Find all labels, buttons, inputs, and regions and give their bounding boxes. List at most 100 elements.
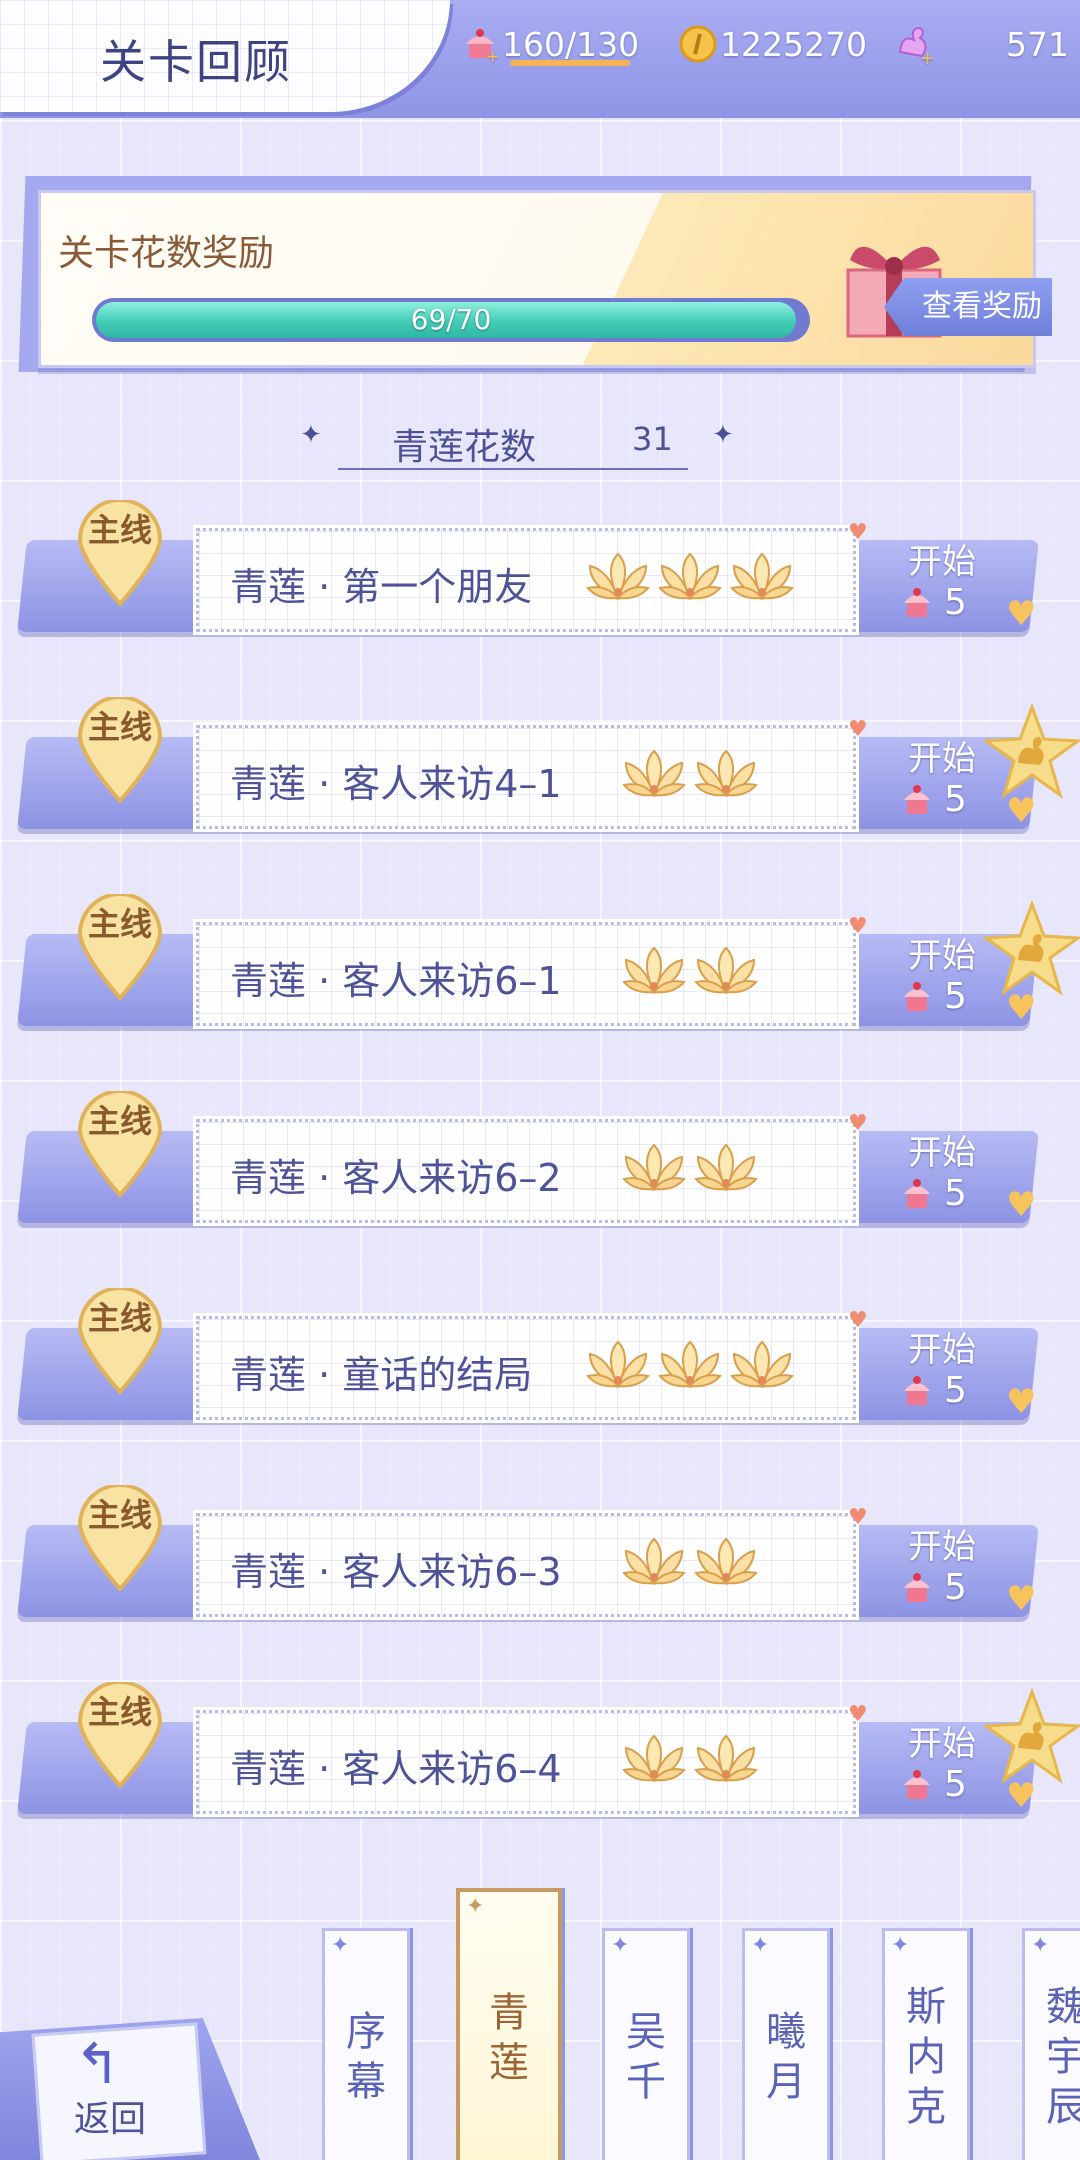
start-label: 开始	[908, 1133, 976, 1173]
coin-display[interactable]: 1225270	[676, 20, 867, 68]
level-row[interactable]: 主线 青莲 · 客人来访4–1 ♥ 开始 5 ♥	[0, 695, 1080, 845]
lotus-flower-icon	[730, 1340, 794, 1389]
stamina-cost: 5	[900, 1764, 967, 1805]
heart-pin-icon: ♥	[848, 1505, 868, 1530]
tab-label: 吴千	[626, 2009, 666, 2105]
main-story-badge-label: 主线	[87, 1102, 152, 1140]
flower-rating	[620, 1139, 760, 1199]
main-story-badge-label: 主线	[87, 905, 152, 943]
lotus-flower-icon	[622, 1537, 686, 1586]
sparkle-icon: ✦	[712, 420, 734, 450]
reward-title: 关卡花数奖励	[58, 233, 275, 274]
heart-icon: ♥	[1006, 1185, 1037, 1225]
level-name: 青莲 · 童话的结局	[230, 1353, 533, 1397]
flower-count-header: ✦ 青莲花数 31 ✦	[300, 410, 734, 470]
heart-pin-icon: ♥	[848, 1702, 868, 1727]
lotus-flower-icon	[586, 552, 650, 601]
start-label: 开始	[908, 936, 976, 976]
tab-3[interactable]: ✦ 吴千	[602, 1928, 690, 2160]
swan-star-badge-icon	[984, 703, 1080, 799]
flower-count-value: 31	[632, 420, 673, 458]
top-bar: 关卡回顾 + 160/130 1225270 + 571	[0, 0, 1080, 118]
tab-label: 青莲	[489, 1990, 529, 2086]
lotus-flower-icon	[622, 749, 686, 798]
tab-2[interactable]: ✦ 青莲	[456, 1888, 562, 2160]
lotus-flower-icon	[694, 1734, 758, 1783]
tab-6[interactable]: ✦ 魏宇辰	[1022, 1928, 1080, 2160]
svg-text:+: +	[486, 47, 499, 64]
level-name: 青莲 · 第一个朋友	[230, 565, 533, 609]
stamina-cost: 5	[900, 779, 967, 820]
heart-pin-icon: ♥	[848, 914, 868, 939]
start-label: 开始	[908, 1724, 976, 1764]
coin-icon	[676, 22, 720, 66]
tab-4[interactable]: ✦ 曦月	[742, 1928, 830, 2160]
start-button[interactable]: 开始 5 ♥	[880, 1125, 1040, 1225]
stamina-cost-value: 5	[944, 582, 967, 623]
level-row[interactable]: 主线 青莲 · 客人来访6–3 ♥ 开始 5 ♥	[0, 1483, 1080, 1633]
start-button[interactable]: 开始 5 ♥	[880, 1519, 1040, 1619]
lotus-flower-icon	[730, 552, 794, 601]
level-row[interactable]: 主线 青莲 · 客人来访6–1 ♥ 开始 5 ♥	[0, 892, 1080, 1042]
divider	[338, 468, 688, 470]
level-name: 青莲 · 客人来访6–3	[230, 1550, 562, 1594]
swan-star-badge-icon	[984, 900, 1080, 996]
tab-1[interactable]: ✦ 序幕	[322, 1928, 410, 2160]
level-row[interactable]: 主线 青莲 · 客人来访6–4 ♥ 开始 5 ♥	[0, 1680, 1080, 1830]
start-label: 开始	[908, 542, 976, 582]
level-row[interactable]: 主线 青莲 · 第一个朋友 ♥ 开始 5 ♥	[0, 498, 1080, 648]
stamina-cost-value: 5	[944, 1173, 967, 1214]
main-story-badge-label: 主线	[87, 1693, 152, 1731]
cupcake-icon	[904, 1572, 930, 1602]
lotus-flower-icon	[622, 1143, 686, 1192]
heart-icon: ♥	[1006, 1382, 1037, 1422]
diamond-display[interactable]: + 571	[892, 20, 1069, 68]
tab-5[interactable]: ✦ 斯内克	[882, 1928, 970, 2160]
sparkle-icon: ✦	[331, 1933, 350, 1958]
level-row[interactable]: 主线 青莲 · 童话的结局 ♥ 开始 5 ♥	[0, 1286, 1080, 1436]
sparkle-icon: ✦	[751, 1933, 770, 1958]
start-button[interactable]: 开始 5 ♥	[880, 1322, 1040, 1422]
cupcake-icon	[904, 784, 930, 814]
stamina-cost: 5	[900, 582, 967, 623]
lotus-flower-icon	[622, 1734, 686, 1783]
stamina-bar	[510, 60, 630, 66]
start-button[interactable]: 开始 5 ♥	[880, 534, 1040, 634]
coin-value: 1225270	[720, 24, 867, 64]
level-name: 青莲 · 客人来访6–4	[230, 1747, 562, 1791]
return-arrow-icon[interactable]: ↰	[74, 2032, 121, 2097]
lotus-flower-icon	[586, 1340, 650, 1389]
main-story-badge-label: 主线	[87, 1496, 152, 1534]
flower-rating	[584, 548, 796, 608]
sparkle-icon: ✦	[891, 1933, 910, 1958]
level-row[interactable]: 主线青莲 · 客人来访6–2 ♥ 开始 5 ♥	[0, 1089, 1080, 1239]
lotus-flower-icon	[694, 946, 758, 995]
sparkle-icon: ✦	[466, 1894, 485, 1919]
cupcake-icon	[904, 981, 930, 1011]
cupcake-icon: +	[458, 22, 502, 66]
tab-label: 曦月	[766, 2009, 806, 2105]
stamina-value: 160/130	[502, 24, 640, 64]
level-name: 青莲 · 客人来访4–1	[230, 762, 562, 806]
sparkle-icon: ✦	[300, 420, 322, 450]
tab-label: 斯内克	[906, 1984, 946, 2130]
heart-icon: ♥	[1006, 1579, 1037, 1619]
heart-pin-icon: ♥	[848, 717, 868, 742]
flower-rating	[620, 1533, 760, 1593]
cupcake-icon	[904, 1178, 930, 1208]
swan-crystal-icon: +	[892, 22, 936, 66]
heart-icon: ♥	[1006, 594, 1037, 634]
page-title: 关卡回顾	[100, 35, 292, 89]
start-label: 开始	[908, 1527, 976, 1567]
stamina-cost-value: 5	[944, 976, 967, 1017]
cupcake-icon	[904, 587, 930, 617]
stamina-cost-value: 5	[944, 1764, 967, 1805]
view-reward-button[interactable]: 查看奖励	[884, 278, 1052, 336]
stamina-cost: 5	[900, 1173, 967, 1214]
heart-pin-icon: ♥	[848, 1111, 868, 1136]
back-button-label[interactable]: 返回	[74, 2090, 146, 2142]
flower-rating	[620, 942, 760, 1002]
lotus-flower-icon	[658, 552, 722, 601]
level-name: 青莲 · 客人来访6–2	[230, 1156, 562, 1200]
tab-label: 序幕	[346, 2009, 386, 2105]
